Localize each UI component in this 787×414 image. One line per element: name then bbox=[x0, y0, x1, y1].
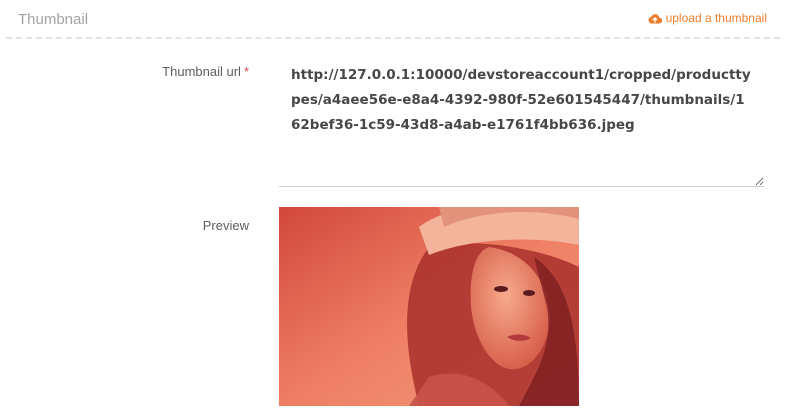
cloud-upload-icon bbox=[648, 13, 662, 24]
section-title: Thumbnail bbox=[18, 11, 89, 28]
preview-label: Preview bbox=[202, 218, 249, 233]
upload-thumbnail-link[interactable]: upload a thumbnail bbox=[648, 11, 767, 25]
thumbnail-preview-image bbox=[279, 207, 579, 406]
thumbnail-url-label: Thumbnail url * bbox=[162, 64, 249, 79]
section-divider bbox=[6, 37, 780, 39]
required-marker: * bbox=[243, 64, 249, 79]
thumbnail-section-header: Thumbnail upload a thumbnail bbox=[0, 0, 787, 40]
thumbnail-url-label-text: Thumbnail url bbox=[162, 64, 241, 79]
preview-photo bbox=[279, 207, 579, 406]
thumbnail-url-field[interactable]: http://127.0.0.1:10000/devstoreaccount1/… bbox=[279, 55, 764, 187]
upload-thumbnail-label[interactable]: upload a thumbnail bbox=[666, 11, 767, 25]
